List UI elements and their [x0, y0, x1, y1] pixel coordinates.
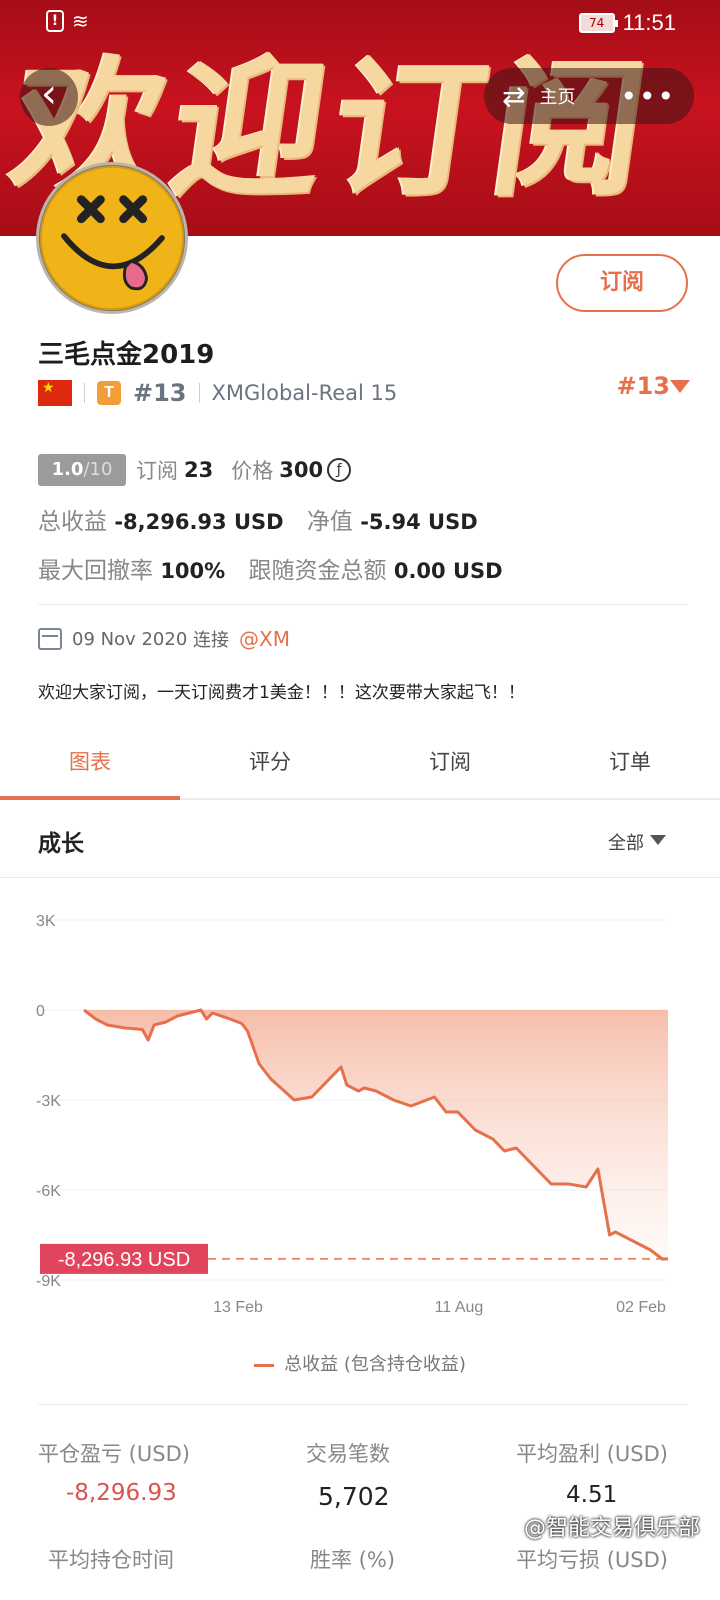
strategy-name: 三毛点金2019 — [38, 340, 215, 370]
x-tick-label: 02 Feb — [616, 1299, 666, 1316]
metric-avg-profit-value: 4.51 — [566, 1482, 618, 1508]
back-button[interactable]: ‹ — [20, 68, 78, 126]
calendar-icon — [38, 628, 62, 650]
metric-avg-loss-label: 平均亏损 (USD) — [516, 1548, 668, 1572]
price-label: 价格 — [231, 459, 274, 483]
divider — [198, 383, 200, 403]
x-tick-label: 11 Aug — [435, 1299, 484, 1316]
drawdown-row: 最大回撤率 100% 跟随资金总额 0.00 USD — [38, 551, 519, 585]
rank: #13 — [133, 379, 187, 407]
battery-icon: 74 — [578, 13, 618, 33]
range-dropdown[interactable]: 全部 — [608, 829, 644, 855]
home-button[interactable]: ⇄ 主页 ••• — [484, 68, 694, 124]
china-flag-icon — [38, 380, 72, 406]
caret-down-icon[interactable] — [670, 380, 690, 393]
watermark: @智能交易俱乐部 — [523, 1516, 700, 1541]
more-icon[interactable]: ••• — [620, 80, 676, 113]
tab-chart[interactable]: 图表 — [0, 730, 180, 800]
avatar — [36, 162, 188, 314]
score-value: 1.0 — [51, 459, 84, 480]
y-tick-label: -6K — [36, 1183, 61, 1200]
legend-label: 总收益 (包含持仓收益) — [284, 1354, 466, 1375]
growth-chart: 3K 0 -3K -6K -9K 13 Feb 11 Aug 02 Feb -8,296.9… — [36, 913, 669, 1316]
tab-orders[interactable]: 订单 — [540, 730, 720, 798]
max-drawdown-label: 最大回撤率 — [38, 558, 153, 584]
follower-funds-value: 0.00 USD — [393, 559, 503, 583]
growth-title: 成长 — [38, 831, 84, 857]
y-tick-label: -3K — [36, 1093, 61, 1110]
description: 欢迎大家订阅，一天订阅费才1美金！！！这次要带大家起飞！！ — [38, 683, 525, 703]
wifi-icon: ≋ — [72, 9, 89, 33]
follower-funds-label: 跟随资金总额 — [248, 558, 387, 584]
score-total: /10 — [83, 459, 113, 480]
metric-closed-pnl-label: 平仓盈亏 (USD) — [38, 1442, 190, 1466]
growth-area — [84, 1010, 668, 1259]
growth-header: 成长 全部 — [0, 800, 720, 878]
coin-icon: ƒ — [327, 458, 352, 482]
divider — [38, 1404, 688, 1405]
metric-winrate-label: 胜率 (%) — [310, 1548, 396, 1572]
connection-date: 09 Nov 2020 — [72, 628, 188, 650]
equity-value: -5.94 USD — [360, 510, 478, 534]
connection-label: 连接 — [193, 630, 230, 651]
clock: 11:51 — [622, 10, 676, 35]
y-tick-label: 0 — [36, 1003, 45, 1020]
metric-avg-hold-label: 平均持仓时间 — [48, 1548, 174, 1572]
tab-rating[interactable]: 评分 — [180, 730, 360, 798]
swap-icon: ⇄ — [502, 79, 526, 113]
chevron-left-icon: ‹ — [41, 71, 57, 117]
stats-row: 1.0/10 订阅 23 价格 300 ƒ — [38, 454, 352, 486]
tier-badge: T — [97, 381, 121, 405]
account-name: XMGlobal-Real 15 — [211, 381, 398, 405]
max-drawdown-value: 100% — [160, 559, 226, 583]
alert-icon: ! — [46, 10, 64, 32]
status-bar: ! ≋ 74 11:51 — [0, 0, 720, 48]
tab-subscriptions[interactable]: 订阅 — [360, 730, 540, 798]
caret-down-icon[interactable] — [650, 835, 666, 845]
connection-info: 09 Nov 2020 连接 @XM — [38, 626, 290, 652]
broker-link[interactable]: @XM — [239, 627, 290, 651]
divider — [38, 604, 688, 605]
divider — [84, 383, 85, 403]
metric-trades-label: 交易笔数 — [306, 1442, 390, 1466]
legend-swatch — [254, 1363, 275, 1367]
tab-bar: 图表 评分 订阅 订单 — [0, 730, 720, 800]
metric-trades-value: 5,702 — [318, 1482, 390, 1511]
metric-closed-pnl-value: -8,296.93 — [66, 1480, 177, 1506]
profit-row: 总收益 -8,296.93 USD 净值 -5.94 USD — [38, 502, 494, 536]
subscriptions-label: 订阅 — [136, 459, 178, 483]
score-badge: 1.0/10 — [38, 454, 126, 486]
metric-avg-profit-label: 平均盈利 (USD) — [516, 1442, 668, 1466]
subscriptions-value: 23 — [184, 458, 214, 482]
price-value: 300 — [279, 458, 324, 482]
y-tick-label: 3K — [36, 913, 56, 930]
equity-label: 净值 — [306, 509, 353, 535]
total-profit-label: 总收益 — [38, 509, 107, 535]
meta-row: T #13 XMGlobal-Real 15 — [38, 376, 397, 410]
home-label: 主页 — [539, 87, 576, 108]
subscribe-button[interactable]: 订阅 — [556, 254, 688, 312]
x-tick-label: 13 Feb — [213, 1299, 263, 1316]
rank-dropdown[interactable]: #13 — [616, 372, 670, 400]
y-tick-label: -9K — [36, 1273, 61, 1290]
chart-legend: 总收益 (包含持仓收益) — [0, 1350, 720, 1376]
current-value-label: -8,296.93 USD — [58, 1249, 190, 1271]
total-profit-value: -8,296.93 USD — [114, 510, 284, 534]
